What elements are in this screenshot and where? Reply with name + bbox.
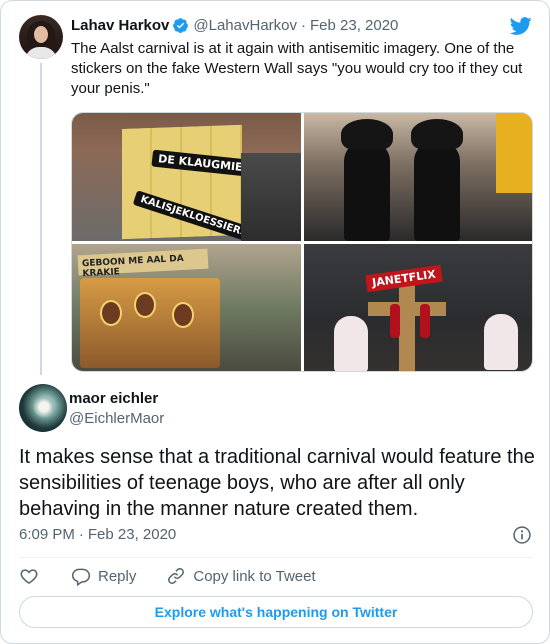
tweet-actions: Reply Copy link to Tweet (19, 564, 316, 588)
link-icon (168, 568, 185, 584)
photo-costumed-marchers[interactable] (303, 113, 532, 241)
reply-label: Reply (98, 567, 137, 585)
reply-author-name[interactable]: maor eichler (69, 390, 158, 407)
reply-tweet-text: It makes sense that a traditional carniv… (19, 446, 535, 520)
lahav-harkov-avatar[interactable] (19, 15, 63, 59)
reply-time[interactable]: 6:09 PM (19, 526, 75, 543)
divider (19, 557, 533, 558)
copy-link-button[interactable]: Copy link to Tweet (166, 566, 316, 586)
embedded-tweet-card: Lahav Harkov @LahavHarkov · Feb 23, 2020… (0, 0, 550, 644)
explore-twitter-button[interactable]: Explore what's happening on Twitter (19, 596, 533, 628)
verified-badge-icon (173, 18, 189, 34)
reply-author-handle[interactable]: @EichlerMaor (69, 410, 164, 427)
parent-tweet-text: The Aalst carnival is at it again with a… (71, 40, 523, 97)
heart-icon (20, 569, 38, 584)
reply-date[interactable]: Feb 23, 2020 (88, 526, 176, 543)
separator-dot: · (78, 526, 84, 543)
like-button[interactable] (19, 566, 39, 586)
photo-cross-scene[interactable]: JANETFLIX (303, 243, 532, 371)
photo-grid[interactable]: DE KLAUGMIER KALISJEKLOESSIERS GEBOON ME… (71, 112, 533, 372)
info-icon[interactable] (512, 525, 532, 545)
separator-dot: · (301, 17, 306, 34)
parent-author-name[interactable]: Lahav Harkov (71, 17, 169, 34)
thread-connector-line (40, 63, 42, 375)
reply-timestamp[interactable]: 6:09 PM · Feb 23, 2020 (19, 526, 176, 543)
reply-button[interactable]: Reply (71, 566, 136, 586)
reply-bubble-icon (71, 568, 91, 586)
parent-tweet-header: Lahav Harkov @LahavHarkov · Feb 23, 2020 (71, 17, 398, 34)
photo-parade-float[interactable]: GEBOON ME AAL DA KRAKIE (72, 243, 301, 371)
photo-fake-wall[interactable]: DE KLAUGMIER KALISJEKLOESSIERS (72, 113, 301, 241)
twitter-bird-icon[interactable] (509, 15, 533, 37)
parent-tweet-date[interactable]: Feb 23, 2020 (310, 17, 398, 34)
float-banner: GEBOON ME AAL DA KRAKIE (77, 248, 209, 279)
copy-link-label: Copy link to Tweet (193, 567, 316, 585)
maor-eichler-avatar[interactable] (19, 384, 67, 432)
parent-author-handle[interactable]: @LahavHarkov (193, 17, 297, 34)
